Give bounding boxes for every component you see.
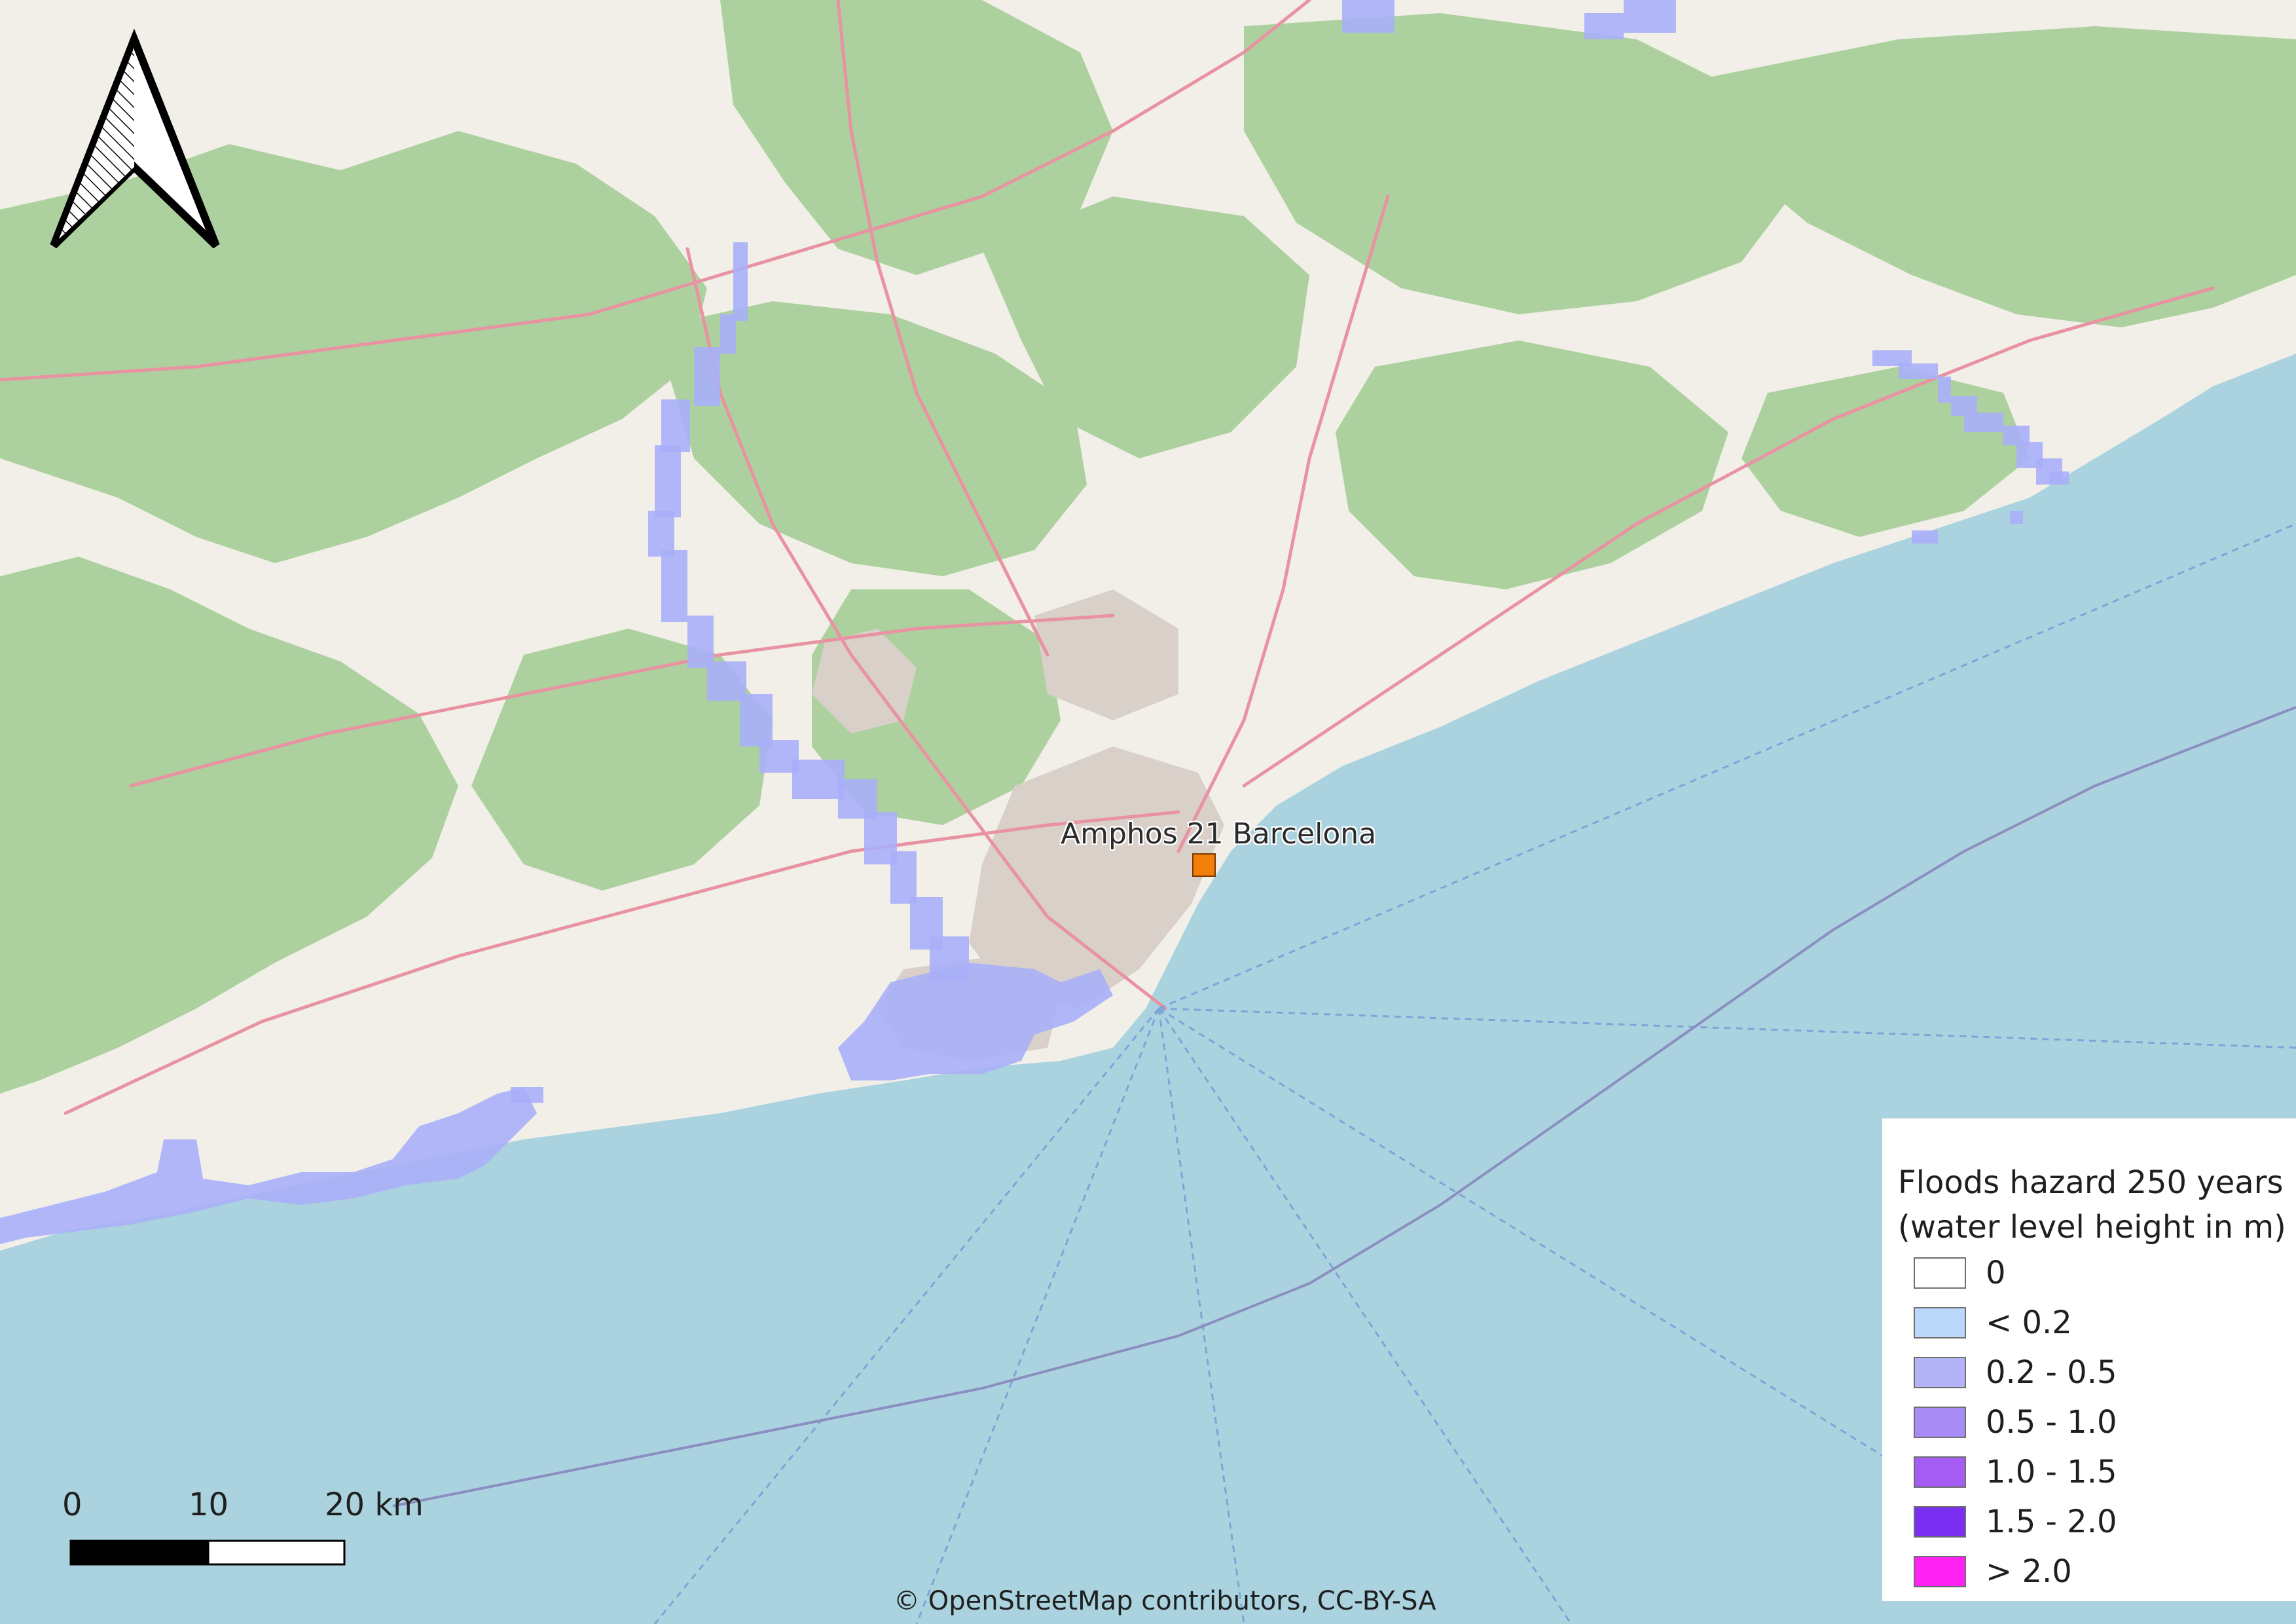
scale-label-0: 0 <box>62 1486 82 1523</box>
legend-item: 0.2 - 0.5 <box>1898 1354 2296 1404</box>
legend-item: > 2.0 <box>1898 1553 2296 1603</box>
legend-label: 0.2 - 0.5 <box>1986 1354 2117 1391</box>
legend-label: 0 <box>1986 1255 2006 1291</box>
legend-items: 0 < 0.2 0.2 - 0.5 0.5 - 1.0 1.0 - 1.5 1.5 - 2… <box>1898 1255 2296 1603</box>
scale-label-10: 10 <box>189 1486 229 1523</box>
legend-label: 1.5 - 2.0 <box>1986 1504 2117 1540</box>
legend-swatch <box>1914 1506 1966 1538</box>
legend-title: Floods hazard 250 years (water level hei… <box>1898 1160 2296 1249</box>
legend-item: 0 <box>1898 1255 2296 1304</box>
scale-bar-segment-1 <box>69 1540 210 1566</box>
legend-swatch <box>1914 1307 1966 1338</box>
legend-label: < 0.2 <box>1986 1304 2072 1341</box>
legend-swatch <box>1914 1257 1966 1289</box>
legend-item: 1.0 - 1.5 <box>1898 1454 2296 1504</box>
legend-label: > 2.0 <box>1986 1553 2072 1590</box>
legend-label: 0.5 - 1.0 <box>1986 1404 2117 1441</box>
scale-bar <box>69 1540 346 1566</box>
legend-title-line2: (water level height in m) <box>1898 1209 2286 1246</box>
legend-swatch <box>1914 1556 1966 1587</box>
legend-item: 0.5 - 1.0 <box>1898 1404 2296 1454</box>
legend-item: < 0.2 <box>1898 1304 2296 1354</box>
legend-swatch <box>1914 1357 1966 1388</box>
legend-swatch <box>1914 1456 1966 1488</box>
location-marker[interactable] <box>1192 853 1216 877</box>
legend-swatch <box>1914 1407 1966 1438</box>
legend-label: 1.0 - 1.5 <box>1986 1454 2117 1490</box>
map-legend: Floods hazard 250 years (water level hei… <box>1882 1118 2296 1601</box>
legend-item: 1.5 - 2.0 <box>1898 1504 2296 1553</box>
scale-bar-segment-2 <box>207 1540 346 1566</box>
attribution: © OpenStreetMap contributors, CC-BY-SA <box>894 1586 1436 1616</box>
location-label: Amphos 21 Barcelona <box>1061 817 1377 851</box>
legend-title-line1: Floods hazard 250 years <box>1898 1164 2284 1201</box>
scale-label-20: 20 km <box>325 1486 424 1523</box>
